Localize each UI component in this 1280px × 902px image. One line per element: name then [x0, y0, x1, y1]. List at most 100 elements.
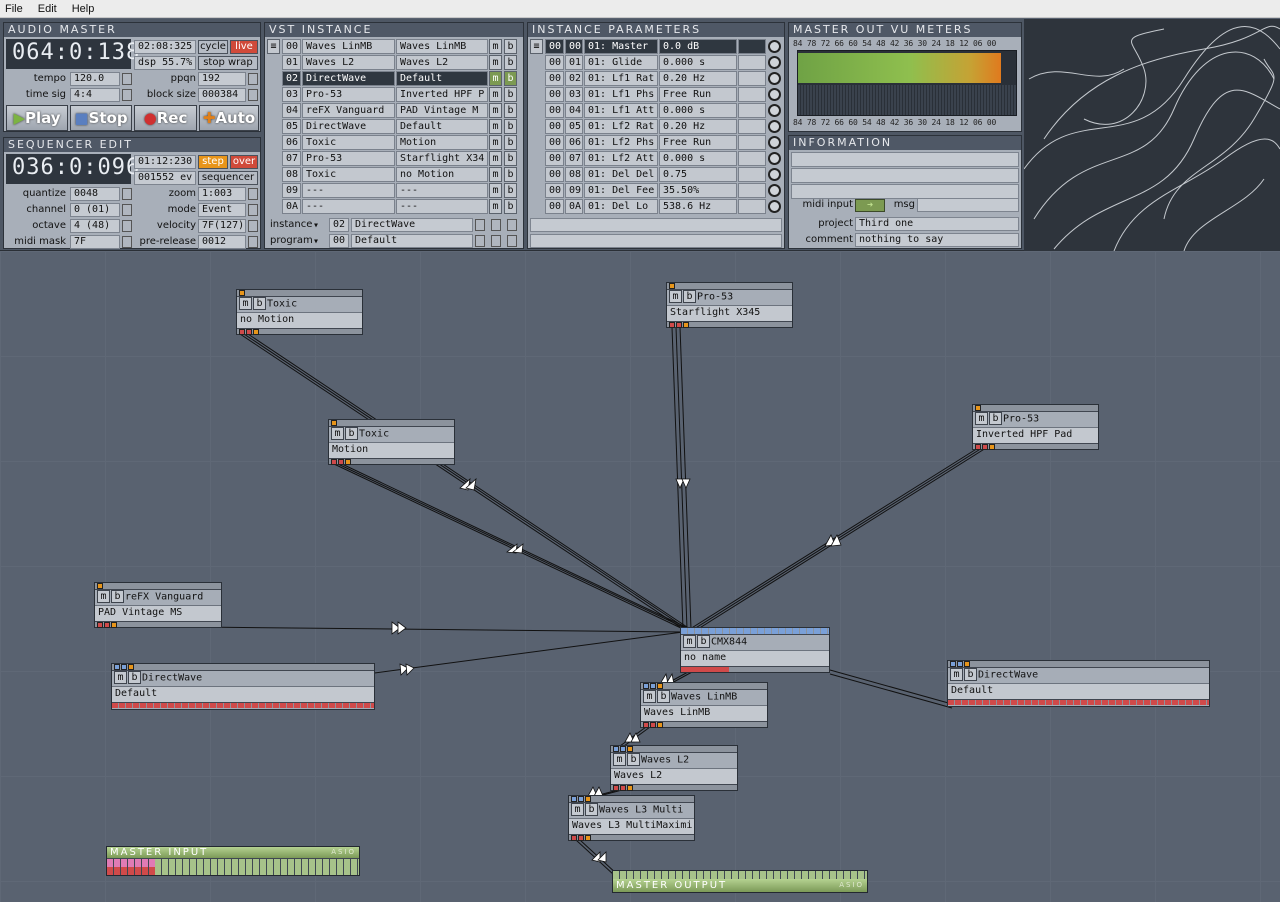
input-pin[interactable]: [627, 746, 633, 752]
param-edit-field[interactable]: [530, 218, 782, 232]
bypass-button[interactable]: b: [504, 183, 517, 198]
next-program-icon[interactable]: [491, 235, 501, 247]
param-value[interactable]: 0.000 s: [659, 55, 737, 70]
param-value[interactable]: 35.50%: [659, 183, 737, 198]
octave-dropdown-icon[interactable]: [122, 220, 132, 232]
parameter-row[interactable]: 00 07 01: Lf2 Att 0.000 s: [528, 151, 786, 167]
zoom-dropdown-icon[interactable]: [248, 188, 258, 200]
param-value[interactable]: Free Run: [659, 135, 737, 150]
output-pin[interactable]: [253, 329, 259, 335]
output-pin[interactable]: [571, 835, 577, 841]
output-pin[interactable]: [657, 722, 663, 728]
parameter-row[interactable]: 00 01 01: Glide 0.000 s: [528, 55, 786, 71]
over-button[interactable]: over: [230, 155, 258, 169]
bypass-button[interactable]: b: [128, 671, 141, 684]
bypass-button[interactable]: b: [504, 199, 517, 214]
mute-button[interactable]: m: [489, 71, 502, 86]
ppqn-dropdown-icon[interactable]: [248, 73, 258, 85]
mute-button[interactable]: m: [489, 199, 502, 214]
output-pin[interactable]: [620, 785, 626, 791]
instance-row[interactable]: 09 --- --- m b: [265, 183, 523, 199]
input-pin[interactable]: [331, 420, 337, 426]
output-pin[interactable]: [989, 444, 995, 450]
mute-button[interactable]: m: [975, 412, 988, 425]
input-pin[interactable]: [121, 664, 127, 670]
param-knob-icon[interactable]: [768, 56, 781, 69]
mute-button[interactable]: m: [239, 297, 252, 310]
rec-button[interactable]: ●Rec: [134, 105, 197, 131]
input-pin[interactable]: [657, 683, 663, 689]
output-pin[interactable]: [578, 835, 584, 841]
param-value[interactable]: 0.000 s: [659, 151, 737, 166]
output-pin[interactable]: [982, 444, 988, 450]
output-pin[interactable]: [975, 444, 981, 450]
input-pin[interactable]: [957, 661, 963, 667]
output-pin[interactable]: [683, 322, 689, 328]
stop-wrap-button[interactable]: stop wrap: [198, 56, 258, 70]
timesig-field[interactable]: 4:4: [70, 88, 120, 102]
node-waves-linmb[interactable]: m b Waves LinMB Waves LinMB: [640, 682, 768, 728]
bypass-button[interactable]: b: [504, 151, 517, 166]
mute-button[interactable]: m: [613, 753, 626, 766]
input-pin[interactable]: [650, 683, 656, 689]
mute-button[interactable]: m: [489, 151, 502, 166]
position-display[interactable]: 064:0:138: [6, 39, 139, 69]
bypass-button[interactable]: b: [504, 71, 517, 86]
node-pro53-starflight[interactable]: m b Pro-53 Starflight X345: [666, 282, 793, 328]
instance-row[interactable]: 01 Waves L2 Waves L2 m b: [265, 55, 523, 71]
mute-button[interactable]: m: [683, 635, 696, 648]
input-pin[interactable]: [585, 796, 591, 802]
node-directwave-2[interactable]: m b DirectWave Default: [947, 660, 1210, 707]
input-pin[interactable]: [620, 746, 626, 752]
output-pin[interactable]: [331, 459, 337, 465]
param-knob-icon[interactable]: [768, 136, 781, 149]
input-pin[interactable]: [964, 661, 970, 667]
input-pin[interactable]: [669, 283, 675, 289]
param-value[interactable]: 0.000 s: [659, 103, 737, 118]
parameter-row[interactable]: 00 03 01: Lf1 Phs Free Run: [528, 87, 786, 103]
param-knob-icon[interactable]: [768, 120, 781, 133]
prev-program-icon[interactable]: [475, 235, 485, 247]
parameter-row[interactable]: 00 09 01: Del Fee 35.50%: [528, 183, 786, 199]
play-button[interactable]: ▶Play: [6, 105, 68, 131]
node-waves-l2[interactable]: m b Waves L2 Waves L2: [610, 745, 738, 791]
parameter-row[interactable]: 00 08 01: Del Del 0.75: [528, 167, 786, 183]
seq-position-display[interactable]: 036:0:096: [6, 154, 139, 184]
input-pin[interactable]: [128, 664, 134, 670]
auto-button[interactable]: ✚Auto: [199, 105, 259, 131]
node-refx-vanguard[interactable]: m b reFX Vanguard PAD Vintage MS: [94, 582, 222, 628]
mute-button[interactable]: m: [114, 671, 127, 684]
bypass-button[interactable]: b: [504, 39, 517, 54]
node-toxic-motion[interactable]: m b Toxic Motion: [328, 419, 455, 465]
instance-row[interactable]: 06 Toxic Motion m b: [265, 135, 523, 151]
bypass-button[interactable]: b: [989, 412, 1002, 425]
blocksize-dropdown-icon[interactable]: [248, 89, 258, 101]
output-pin[interactable]: [627, 785, 633, 791]
input-pin[interactable]: [613, 746, 619, 752]
output-pin[interactable]: [239, 329, 245, 335]
bypass-button[interactable]: b: [345, 427, 358, 440]
instance-dropdown-icon[interactable]: ▾: [313, 220, 323, 231]
input-pin[interactable]: [571, 796, 577, 802]
mute-button[interactable]: m: [97, 590, 110, 603]
node-directwave-1[interactable]: m b DirectWave Default: [111, 663, 375, 710]
prerelease-dropdown-icon[interactable]: [248, 236, 258, 248]
live-button[interactable]: live: [230, 40, 258, 54]
bypass-button[interactable]: b: [657, 690, 670, 703]
bypass-button[interactable]: b: [964, 668, 977, 681]
timesig-dropdown-icon[interactable]: [122, 89, 132, 101]
tempo-field[interactable]: 120.0: [70, 72, 120, 86]
midimask-field[interactable]: 7F: [70, 235, 120, 249]
stop-button[interactable]: ■Stop: [70, 105, 132, 131]
mute-button[interactable]: m: [950, 668, 963, 681]
output-pin[interactable]: [104, 622, 110, 628]
quantize-field[interactable]: 0048: [70, 187, 120, 201]
mute-button[interactable]: m: [331, 427, 344, 440]
mute-button[interactable]: m: [489, 135, 502, 150]
output-pin[interactable]: [97, 622, 103, 628]
bypass-button[interactable]: b: [683, 290, 696, 303]
param-knob-icon[interactable]: [768, 88, 781, 101]
master-output-node[interactable]: MASTER OUTPUT ASIO: [612, 870, 868, 893]
output-pin[interactable]: [676, 322, 682, 328]
quantize-dropdown-icon[interactable]: [122, 188, 132, 200]
